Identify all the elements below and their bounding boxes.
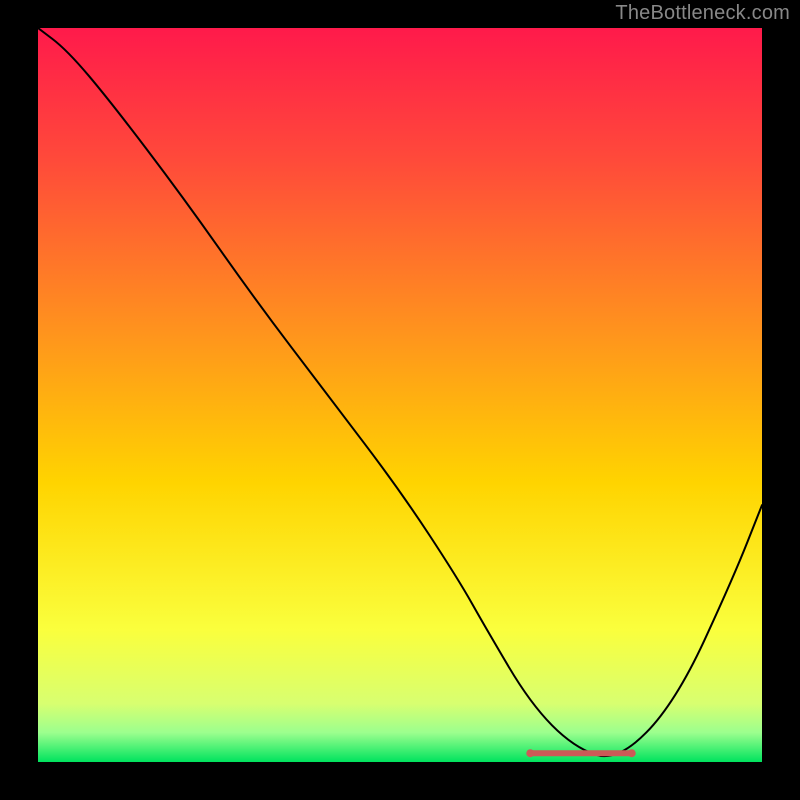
chart-frame: TheBottleneck.com — [0, 0, 800, 800]
plot-area — [38, 28, 762, 762]
chart-background — [38, 28, 762, 762]
optimal-range-marker — [526, 749, 635, 757]
watermark-text: TheBottleneck.com — [615, 2, 790, 25]
chart-svg — [38, 28, 762, 762]
